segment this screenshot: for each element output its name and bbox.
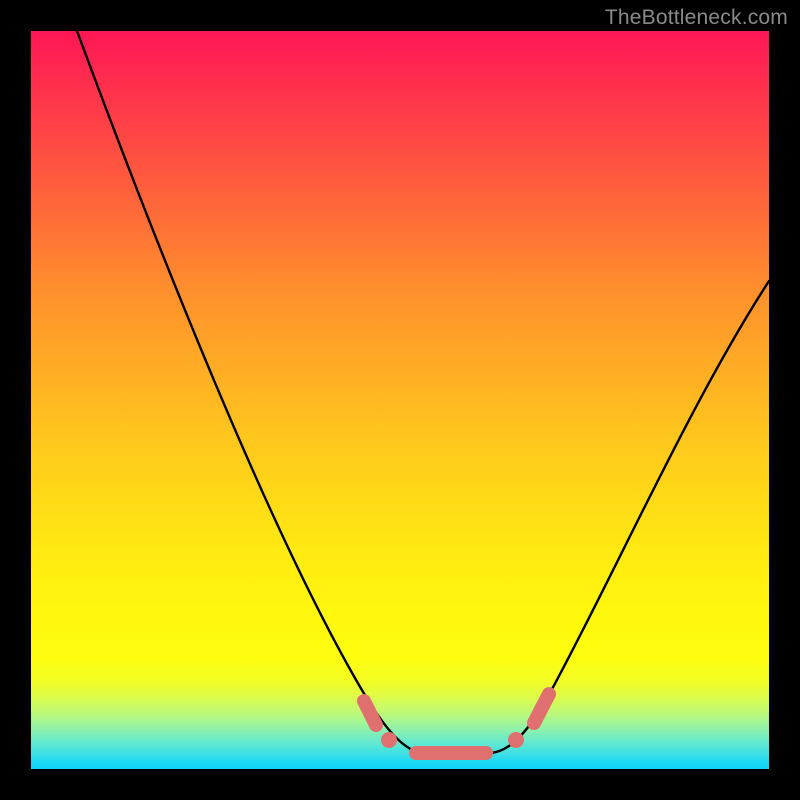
plot-area (31, 31, 769, 769)
watermark-text: TheBottleneck.com (605, 6, 788, 30)
marker-right-dot (508, 732, 524, 748)
curve-layer (31, 31, 769, 769)
marker-left-capsule (364, 701, 376, 725)
marker-right-capsule (534, 694, 549, 723)
bottleneck-curve (77, 31, 769, 753)
marker-left-dot (381, 732, 397, 748)
chart-frame: TheBottleneck.com (0, 0, 800, 800)
